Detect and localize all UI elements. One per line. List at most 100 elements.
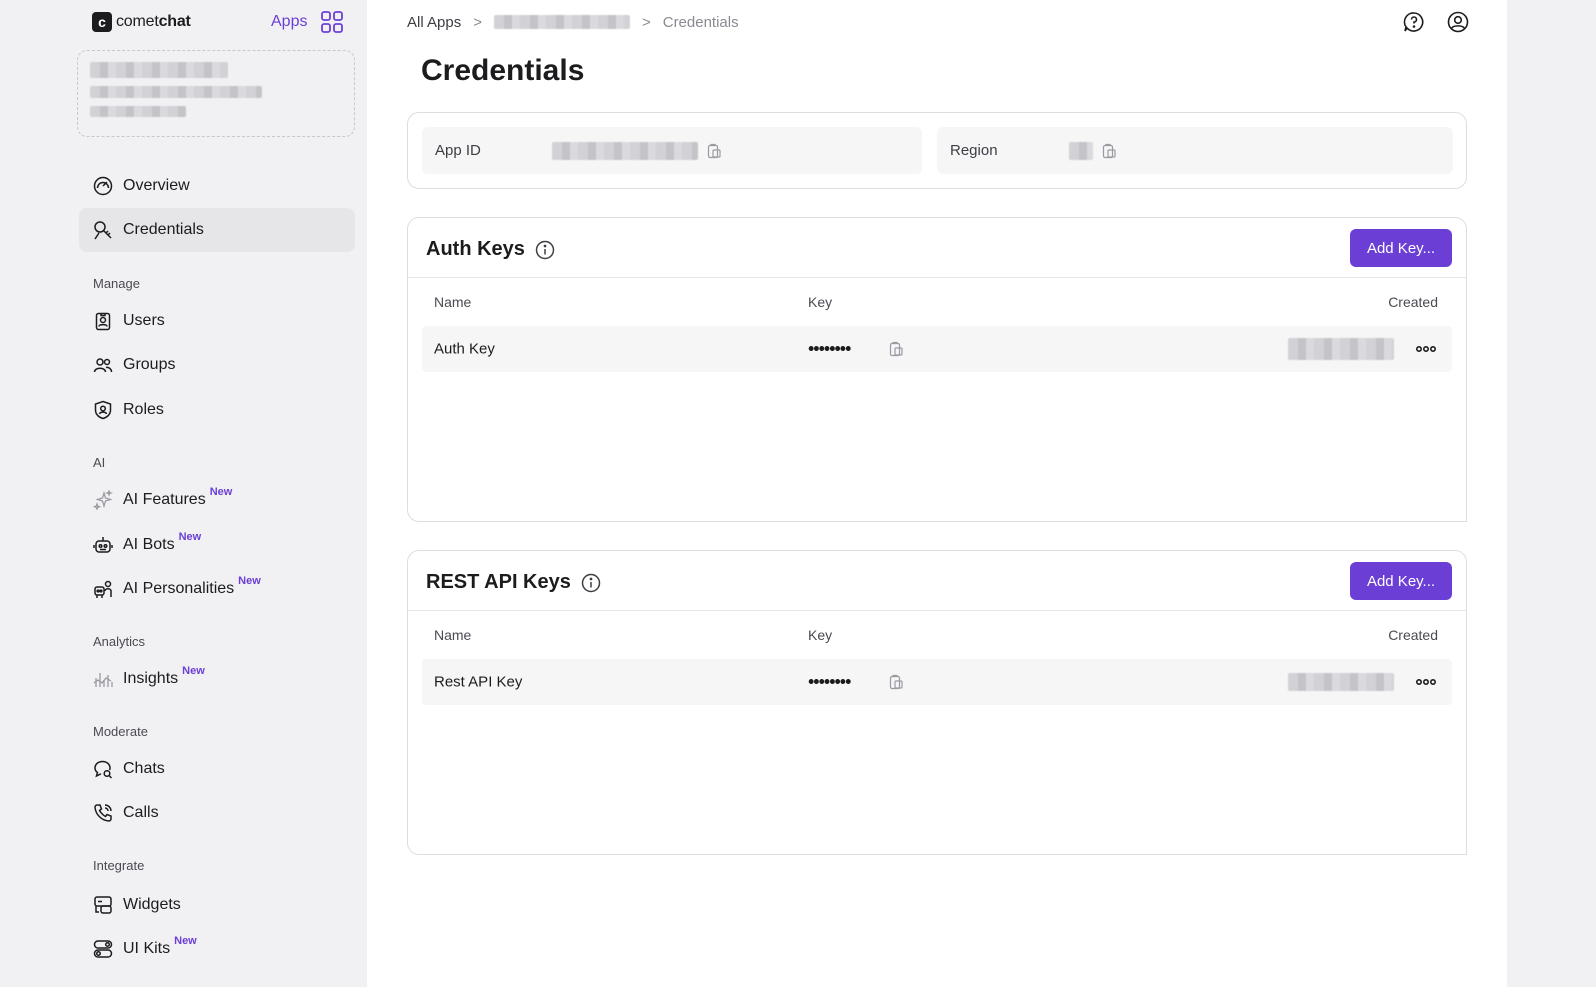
- table-row: Auth Key ••••••••: [422, 326, 1452, 372]
- main-content: All Apps > > Credentials Credentials App…: [367, 0, 1507, 987]
- column-header-key: Key: [808, 294, 833, 310]
- column-header-name: Name: [434, 294, 472, 310]
- logo-brand-bold: chat: [158, 13, 191, 30]
- table-header: Name Key Created: [422, 627, 1452, 647]
- column-header-key: Key: [808, 627, 833, 643]
- app-credentials-card: App ID Region: [407, 112, 1467, 189]
- persona-icon: [93, 579, 113, 599]
- breadcrumb-all-apps[interactable]: All Apps: [407, 14, 461, 31]
- add-rest-key-button[interactable]: Add Key...: [1350, 562, 1452, 600]
- more-options-icon[interactable]: [1416, 678, 1436, 686]
- app-version-redacted: [90, 106, 186, 117]
- more-options-icon[interactable]: [1416, 345, 1436, 353]
- new-badge: New: [182, 665, 205, 677]
- shield-user-icon: [93, 400, 113, 420]
- page-title: Credentials: [421, 54, 585, 87]
- sidebar-item-ai-personalities[interactable]: AI Personalities New: [79, 567, 355, 611]
- app-name-redacted: [90, 62, 228, 78]
- section-label-analytics: Analytics: [93, 634, 146, 649]
- info-icon[interactable]: [581, 573, 601, 593]
- sidebar-item-chats[interactable]: Chats: [79, 747, 355, 791]
- rest-api-keys-title: REST API Keys: [426, 571, 571, 593]
- column-header-created: Created: [1388, 294, 1438, 310]
- sidebar: c cometchat Apps Overview Credentials Ma…: [0, 0, 367, 987]
- copy-region-icon[interactable]: [1101, 143, 1117, 159]
- key-masked-value: ••••••••: [808, 671, 851, 692]
- sidebar-item-label: Overview: [123, 177, 190, 194]
- apps-link[interactable]: Apps: [271, 10, 344, 34]
- section-label-moderate: Moderate: [93, 724, 148, 739]
- sidebar-item-label: AI Features: [123, 491, 206, 508]
- chat-search-icon: [93, 759, 113, 779]
- sidebar-item-label: Users: [123, 312, 165, 329]
- sidebar-item-label: Chats: [123, 760, 165, 777]
- sidebar-item-credentials[interactable]: Credentials: [79, 208, 355, 252]
- sidebar-item-roles[interactable]: Roles: [79, 388, 355, 432]
- column-header-name: Name: [434, 627, 472, 643]
- rest-api-keys-card: REST API Keys Add Key... Name Key Create…: [407, 550, 1467, 855]
- breadcrumb-app-redacted[interactable]: [493, 15, 630, 29]
- key-search-icon: [93, 220, 113, 240]
- created-date-redacted: [1288, 673, 1394, 691]
- breadcrumb-separator: >: [641, 13, 651, 31]
- gauge-icon: [93, 176, 113, 196]
- sidebar-item-label: Groups: [123, 356, 176, 373]
- column-header-created: Created: [1388, 627, 1438, 643]
- key-name: Rest API Key: [434, 673, 523, 691]
- header-actions: [1402, 10, 1470, 34]
- rest-api-keys-header: REST API Keys: [426, 571, 601, 594]
- created-date-redacted: [1288, 338, 1394, 360]
- new-badge: New: [174, 935, 197, 947]
- help-chat-icon[interactable]: [1402, 10, 1426, 34]
- sidebar-item-label: AI Bots: [123, 536, 175, 553]
- key-name: Auth Key: [434, 340, 495, 358]
- sidebar-item-label: Credentials: [123, 221, 204, 238]
- sidebar-item-label: AI Personalities: [123, 580, 235, 597]
- copy-key-icon[interactable]: [888, 341, 904, 357]
- sidebar-item-ai-bots[interactable]: AI Bots New: [79, 523, 355, 567]
- sidebar-item-label: Calls: [123, 804, 159, 821]
- app-id-value-redacted: [552, 141, 698, 160]
- copy-key-icon[interactable]: [888, 674, 904, 690]
- widget-icon: [93, 895, 113, 915]
- table-row: Rest API Key ••••••••: [422, 659, 1452, 705]
- section-label-integrate: Integrate: [93, 858, 145, 873]
- sidebar-item-widgets[interactable]: Widgets: [79, 883, 355, 927]
- sidebar-item-label: Insights: [123, 670, 179, 687]
- region-value-redacted: [1069, 141, 1093, 160]
- auth-keys-card: Auth Keys Add Key... Name Key Created Au…: [407, 217, 1467, 522]
- sidebar-item-label: UI Kits: [123, 940, 171, 957]
- section-label-ai: AI: [93, 455, 106, 470]
- sidebar-item-calls[interactable]: Calls: [79, 791, 355, 835]
- region-field: Region: [937, 127, 1453, 174]
- new-badge: New: [178, 531, 202, 543]
- sidebar-item-ai-features[interactable]: AI Features New: [79, 478, 355, 522]
- sidebar-item-users[interactable]: Users: [79, 299, 355, 343]
- info-icon[interactable]: [535, 240, 555, 260]
- sidebar-item-overview[interactable]: Overview: [79, 164, 355, 208]
- toggle-stack-icon: [93, 939, 113, 959]
- cometchat-logo-icon: c: [92, 12, 112, 32]
- id-badge-icon: [93, 311, 113, 331]
- users-icon: [93, 355, 113, 375]
- sidebar-item-groups[interactable]: Groups: [79, 343, 355, 387]
- add-auth-key-button[interactable]: Add Key...: [1350, 229, 1452, 267]
- sidebar-item-label: Widgets: [123, 896, 181, 913]
- app-info-card[interactable]: [77, 50, 355, 137]
- breadcrumb-separator: >: [473, 13, 482, 31]
- key-masked-value: ••••••••: [808, 338, 851, 359]
- sidebar-item-insights[interactable]: Insights New: [79, 657, 355, 701]
- app-id-label: App ID: [435, 142, 481, 159]
- phone-ringing-icon: [93, 803, 113, 823]
- copy-app-id-icon[interactable]: [706, 143, 722, 159]
- profile-icon[interactable]: [1446, 10, 1470, 34]
- sidebar-item-label: Roles: [123, 401, 164, 418]
- sparkles-icon: [93, 490, 113, 510]
- robot-icon: [93, 535, 113, 555]
- sidebar-item-ui-kits[interactable]: UI Kits New: [79, 927, 355, 971]
- cometchat-logo[interactable]: c cometchat: [92, 12, 191, 32]
- divider: [408, 277, 1466, 278]
- region-label: Region: [950, 142, 998, 159]
- new-badge: New: [238, 575, 261, 587]
- new-badge: New: [209, 486, 233, 498]
